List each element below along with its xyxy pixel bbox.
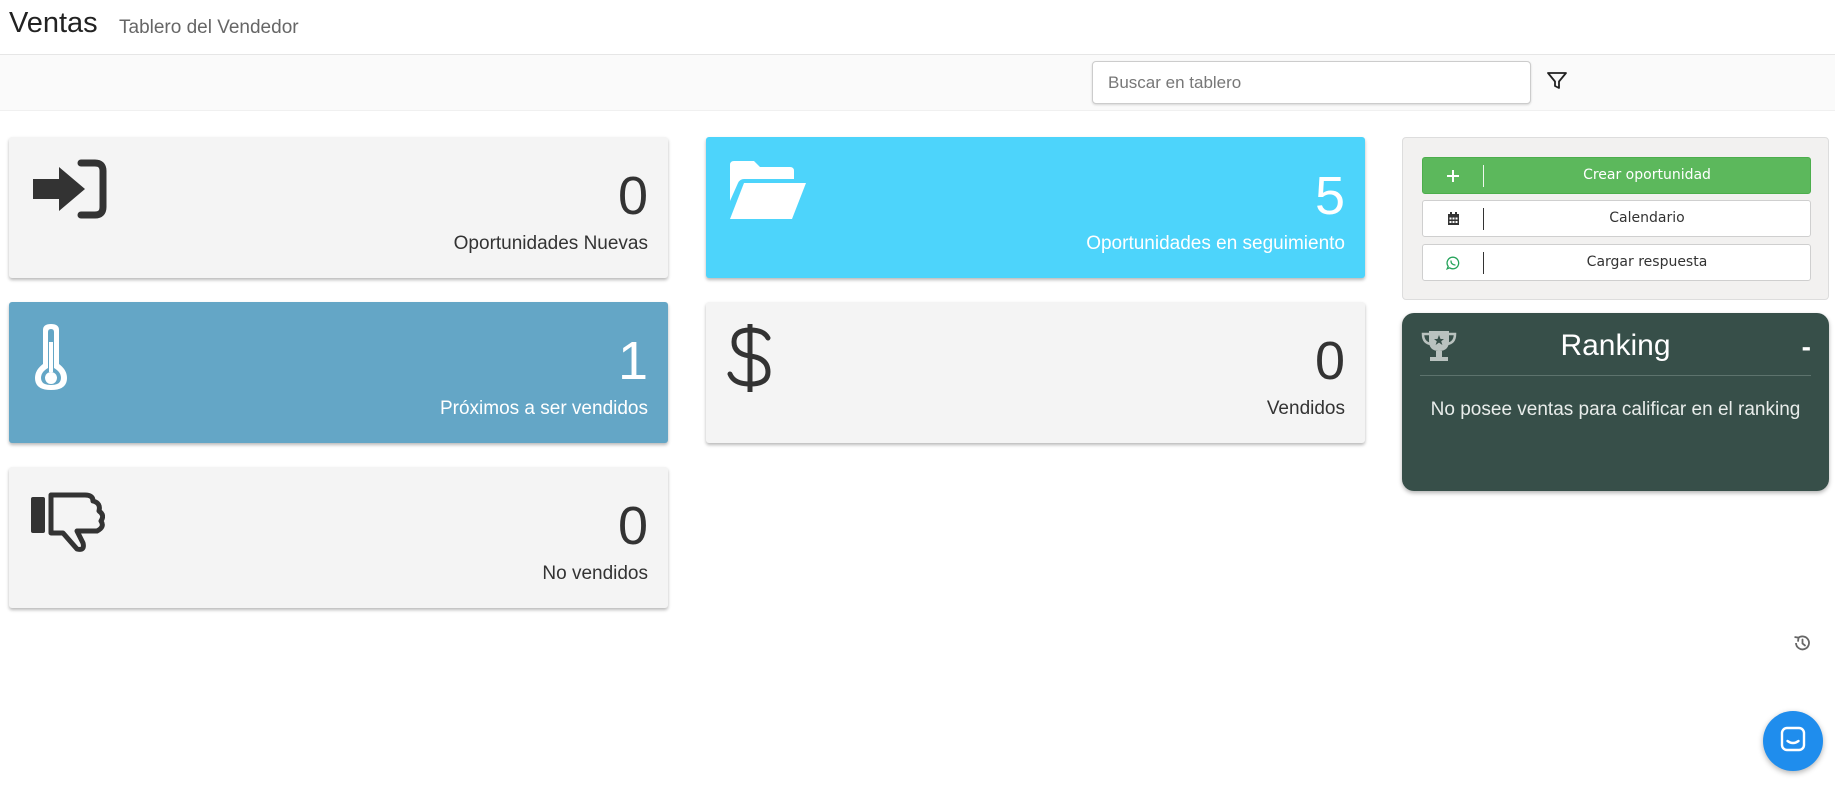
card-label: No vendidos	[542, 563, 648, 584]
dollar-icon	[726, 322, 776, 399]
thermometer-icon	[29, 322, 73, 397]
divider	[1420, 375, 1811, 376]
card-value: 5	[1314, 166, 1345, 226]
page-header: Ventas Tablero del Vendedor	[0, 0, 1835, 55]
ranking-position: -	[1801, 331, 1811, 362]
card-value: 0	[1314, 331, 1345, 391]
page-subtitle: Tablero del Vendedor	[119, 17, 299, 38]
ranking-panel: Ranking - No posee ventas para calificar…	[1402, 313, 1829, 491]
card-value: 0	[617, 496, 648, 556]
actions-panel: Crear oportunidad Calendario Cargar resp…	[1402, 137, 1829, 300]
button-label: Crear oportunidad	[1583, 167, 1711, 183]
card-label: Próximos a ser vendidos	[439, 398, 648, 419]
card-value: 0	[617, 166, 648, 226]
sign-in-icon	[29, 157, 109, 226]
card-followup-opportunities[interactable]: 5 Oportunidades en seguimiento	[706, 137, 1365, 278]
ranking-title: Ranking	[1560, 329, 1671, 362]
whatsapp-icon	[1423, 245, 1483, 280]
plus-icon	[1423, 158, 1483, 193]
history-icon[interactable]	[1792, 633, 1812, 658]
card-new-opportunities[interactable]: 0 Oportunidades Nuevas	[9, 137, 668, 278]
card-about-to-sell[interactable]: 1 Próximos a ser vendidos	[9, 302, 668, 443]
chat-button[interactable]	[1763, 711, 1823, 771]
calendar-icon	[1423, 201, 1483, 236]
calendar-button[interactable]: Calendario	[1422, 200, 1811, 237]
load-response-button[interactable]: Cargar respuesta	[1422, 244, 1811, 281]
page-title: Ventas	[9, 7, 98, 39]
folder-open-icon	[726, 157, 810, 228]
button-label: Calendario	[1609, 210, 1685, 226]
create-opportunity-button[interactable]: Crear oportunidad	[1422, 157, 1811, 194]
chat-icon	[1779, 725, 1807, 758]
card-label: Vendidos	[1266, 398, 1345, 419]
ranking-message: No posee ventas para calificar en el ran…	[1430, 399, 1801, 420]
card-sold[interactable]: 0 Vendidos	[706, 302, 1365, 443]
thumbs-down-icon	[29, 487, 106, 558]
card-value: 1	[617, 331, 648, 391]
filter-icon[interactable]	[1545, 69, 1569, 93]
search-input[interactable]	[1092, 61, 1531, 104]
card-not-sold[interactable]: 0 No vendidos	[9, 467, 668, 608]
card-label: Oportunidades en seguimiento	[1086, 233, 1345, 254]
button-label: Cargar respuesta	[1586, 254, 1708, 270]
card-label: Oportunidades Nuevas	[453, 233, 648, 254]
